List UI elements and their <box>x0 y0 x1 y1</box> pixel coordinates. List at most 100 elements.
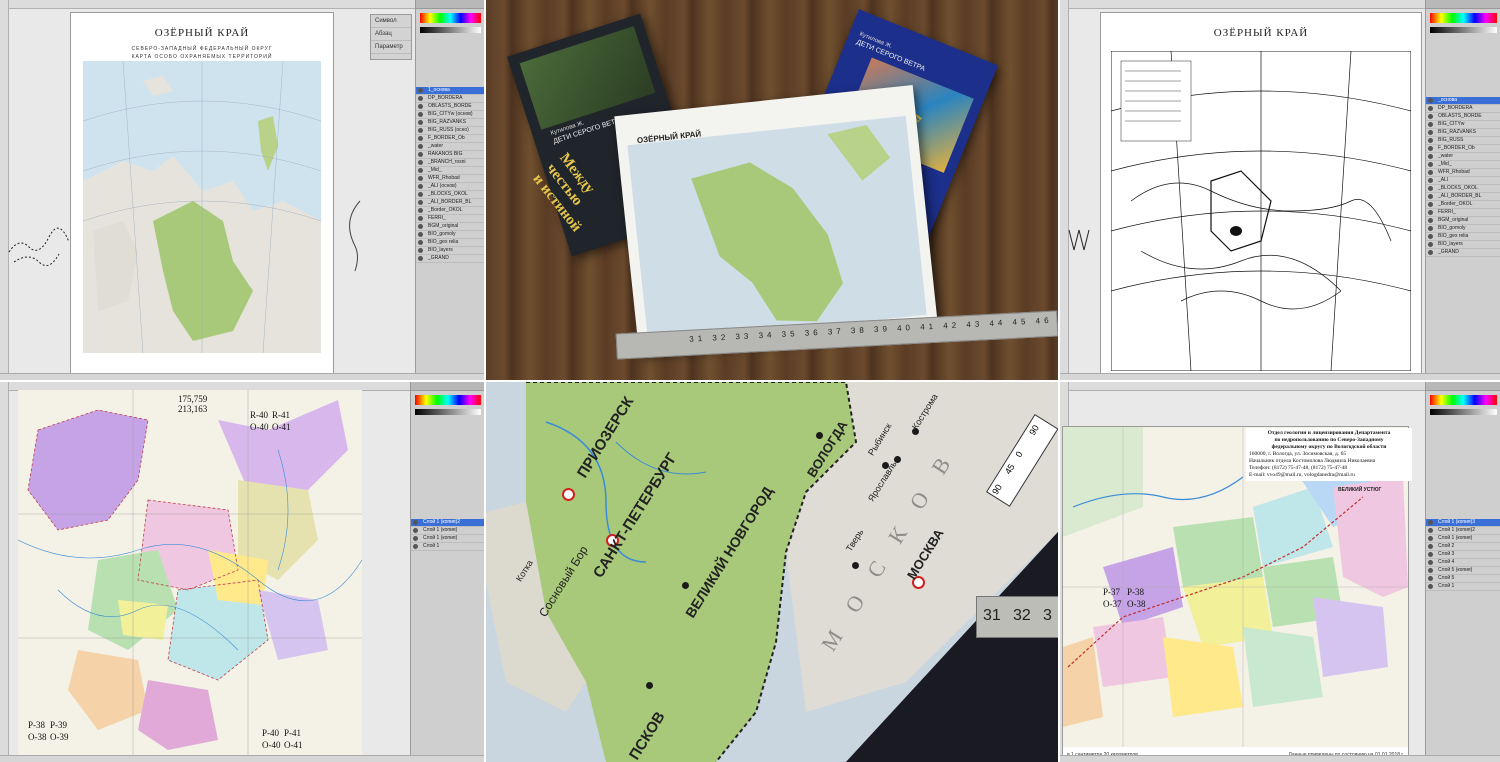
layer-row[interactable]: Слой 5 (копия) <box>1426 567 1500 575</box>
horizontal-ruler[interactable] <box>0 0 484 9</box>
eye-icon[interactable] <box>418 96 423 101</box>
eye-icon[interactable] <box>418 160 423 165</box>
tool-params[interactable]: Параметр <box>371 41 411 54</box>
layer-row[interactable]: Слой 1 (копия)2 <box>411 519 484 527</box>
layer-row[interactable]: BGM_original <box>1426 217 1500 225</box>
line-map-image[interactable] <box>1111 51 1411 371</box>
layer-row[interactable]: BIO_layers <box>1426 241 1500 249</box>
eye-icon[interactable] <box>1428 106 1433 111</box>
layer-row[interactable]: Слой 1 (копия) <box>411 527 484 535</box>
layers-panel[interactable]: 1_основа DP_BORDERA OBLASTS_BORDE BIG_CITYw… <box>415 0 484 380</box>
eye-icon[interactable] <box>1428 560 1433 565</box>
eye-icon[interactable] <box>418 120 423 125</box>
eye-icon[interactable] <box>418 256 423 261</box>
eye-icon[interactable] <box>1428 114 1433 119</box>
layer-row[interactable]: _Border_OKOL <box>1426 201 1500 209</box>
eye-icon[interactable] <box>418 208 423 213</box>
eye-icon[interactable] <box>1428 186 1433 191</box>
layer-row[interactable]: Слой 1 (копия)2 <box>1426 527 1500 535</box>
layer-row[interactable]: Слой 1 <box>411 543 484 551</box>
layer-row[interactable]: BIG_CITYw (основ) <box>416 111 484 119</box>
layer-row[interactable]: BIO_gex relia <box>1426 233 1500 241</box>
layer-row[interactable]: WFR_Rhobad <box>416 175 484 183</box>
layer-row[interactable]: 1_основа <box>416 87 484 95</box>
layer-row[interactable]: _Border_OKOL <box>416 207 484 215</box>
eye-icon[interactable] <box>1428 520 1433 525</box>
eye-icon[interactable] <box>1428 130 1433 135</box>
eye-icon[interactable] <box>413 536 418 541</box>
layer-row[interactable]: DP_BORDERA <box>416 95 484 103</box>
layer-row[interactable]: _GRAND <box>1426 249 1500 257</box>
layers-panel[interactable]: Слой 1 (копия)2 Слой 1 (копия) Слой 1 (коп… <box>410 382 484 762</box>
layer-row[interactable]: BIO_gex relia <box>416 239 484 247</box>
layer-row[interactable]: BIO_gomoly <box>416 231 484 239</box>
layer-row[interactable]: BIG_RUSS (осно) <box>416 127 484 135</box>
eye-icon[interactable] <box>413 544 418 549</box>
eye-icon[interactable] <box>418 112 423 117</box>
eye-icon[interactable] <box>1428 544 1433 549</box>
layer-row[interactable]: _основа <box>1426 97 1500 105</box>
layer-row[interactable]: Слой 1 (копия) <box>411 535 484 543</box>
eye-icon[interactable] <box>413 520 418 525</box>
color-spectrum[interactable] <box>420 13 481 23</box>
layer-row[interactable]: _ALI (основ) <box>416 183 484 191</box>
admin-map-image[interactable] <box>18 390 362 762</box>
layer-row[interactable]: OBLASTS_BORDE <box>1426 113 1500 121</box>
eye-icon[interactable] <box>418 176 423 181</box>
layer-row[interactable]: _Mid_ <box>416 167 484 175</box>
layer-row[interactable]: OBLASTS_BORDE <box>416 103 484 111</box>
layer-row[interactable]: Слой 1 (копия) <box>1426 535 1500 543</box>
eye-icon[interactable] <box>418 240 423 245</box>
eye-icon[interactable] <box>1428 178 1433 183</box>
layer-row[interactable]: Слой 1 (копия)3 <box>1426 519 1500 527</box>
layer-row[interactable]: _ALI_BORDER_BL <box>416 199 484 207</box>
vertical-ruler[interactable] <box>0 0 9 380</box>
layer-row[interactable]: Слой 3 <box>1426 551 1500 559</box>
layer-row[interactable]: BGM_original <box>416 223 484 231</box>
eye-icon[interactable] <box>1428 250 1433 255</box>
map-image[interactable] <box>83 61 321 353</box>
eye-icon[interactable] <box>1428 552 1433 557</box>
color-spectrum[interactable] <box>415 395 481 405</box>
eye-icon[interactable] <box>1428 202 1433 207</box>
eye-icon[interactable] <box>1428 170 1433 175</box>
eye-icon[interactable] <box>1428 122 1433 127</box>
eye-icon[interactable] <box>1428 162 1433 167</box>
eye-icon[interactable] <box>418 168 423 173</box>
layer-row[interactable]: Слой 5 <box>1426 575 1500 583</box>
eye-icon[interactable] <box>1428 218 1433 223</box>
eye-icon[interactable] <box>418 184 423 189</box>
eye-icon[interactable] <box>418 152 423 157</box>
eye-icon[interactable] <box>1428 226 1433 231</box>
eye-icon[interactable] <box>418 200 423 205</box>
eye-icon[interactable] <box>1428 146 1433 151</box>
eye-icon[interactable] <box>418 88 423 93</box>
tool-symbol[interactable]: Символ <box>371 15 411 28</box>
layer-row[interactable]: F_BORDER_Ob <box>416 135 484 143</box>
eye-icon[interactable] <box>418 128 423 133</box>
eye-icon[interactable] <box>418 144 423 149</box>
layer-row[interactable]: _BLOCKS_OKOL <box>1426 185 1500 193</box>
gradient-bar[interactable] <box>415 409 481 415</box>
eye-icon[interactable] <box>413 528 418 533</box>
eye-icon[interactable] <box>1428 98 1433 103</box>
eye-icon[interactable] <box>1428 528 1433 533</box>
gradient-bar[interactable] <box>420 27 481 33</box>
eye-icon[interactable] <box>1428 138 1433 143</box>
eye-icon[interactable] <box>418 104 423 109</box>
layer-row[interactable]: BIG_RAZVANKS <box>416 119 484 127</box>
layer-row[interactable]: BIO_layers <box>416 247 484 255</box>
eye-icon[interactable] <box>418 216 423 221</box>
eye-icon[interactable] <box>1428 234 1433 239</box>
eye-icon[interactable] <box>1428 242 1433 247</box>
layer-row[interactable]: FERRI_ <box>1426 209 1500 217</box>
eye-icon[interactable] <box>1428 576 1433 581</box>
eye-icon[interactable] <box>1428 584 1433 589</box>
layer-row[interactable]: BIG_RAZVANKS <box>1426 129 1500 137</box>
layer-row[interactable]: _water <box>1426 153 1500 161</box>
layer-row[interactable]: BIG_RUSS <box>1426 137 1500 145</box>
layer-row[interactable]: _BLOCKS_OKOL <box>416 191 484 199</box>
gradient-bar[interactable] <box>1430 27 1497 33</box>
layer-row[interactable]: WFR_Rhobad <box>1426 169 1500 177</box>
eye-icon[interactable] <box>1428 568 1433 573</box>
